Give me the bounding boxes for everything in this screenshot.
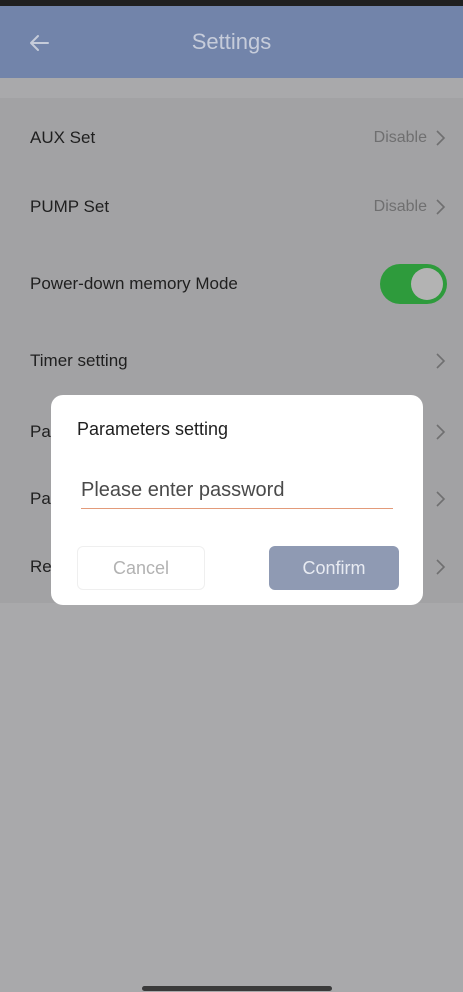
toggle-knob — [411, 268, 443, 300]
chevron-right-icon — [436, 353, 446, 369]
home-indicator[interactable] — [142, 986, 332, 991]
cancel-button[interactable]: Cancel — [77, 546, 205, 590]
setting-label-power-down: Power-down memory Mode — [30, 274, 238, 293]
chevron-right-icon — [436, 199, 446, 215]
chevron-right-icon — [436, 130, 446, 146]
setting-value-pump: Disable — [373, 198, 427, 215]
setting-row-pump[interactable]: PUMP Set Disable — [0, 177, 463, 237]
back-button[interactable] — [22, 26, 56, 60]
setting-label-param-2: Pa — [30, 489, 51, 508]
chevron-right-icon — [436, 424, 446, 440]
arrow-left-icon — [30, 35, 49, 51]
setting-value-aux: Disable — [373, 129, 427, 146]
setting-label-timer: Timer setting — [30, 351, 128, 370]
password-input[interactable] — [81, 475, 393, 509]
setting-label-param-1: Pa — [30, 422, 51, 441]
power-down-toggle[interactable] — [380, 264, 447, 304]
password-dialog: Parameters setting Cancel Confirm — [51, 395, 423, 605]
confirm-button[interactable]: Confirm — [269, 546, 399, 590]
setting-label-aux: AUX Set — [30, 128, 96, 147]
setting-row-power-down: Power-down memory Mode — [0, 254, 463, 314]
chevron-right-icon — [436, 491, 446, 507]
setting-row-timer[interactable]: Timer setting — [0, 331, 463, 391]
dialog-title: Parameters setting — [77, 419, 229, 439]
page-title: Settings — [191, 29, 272, 54]
setting-row-aux[interactable]: AUX Set Disable — [0, 108, 463, 168]
setting-label-reset: Re — [30, 557, 52, 576]
app-header: Settings — [0, 6, 463, 78]
chevron-right-icon — [436, 559, 446, 575]
setting-label-pump: PUMP Set — [30, 197, 110, 216]
